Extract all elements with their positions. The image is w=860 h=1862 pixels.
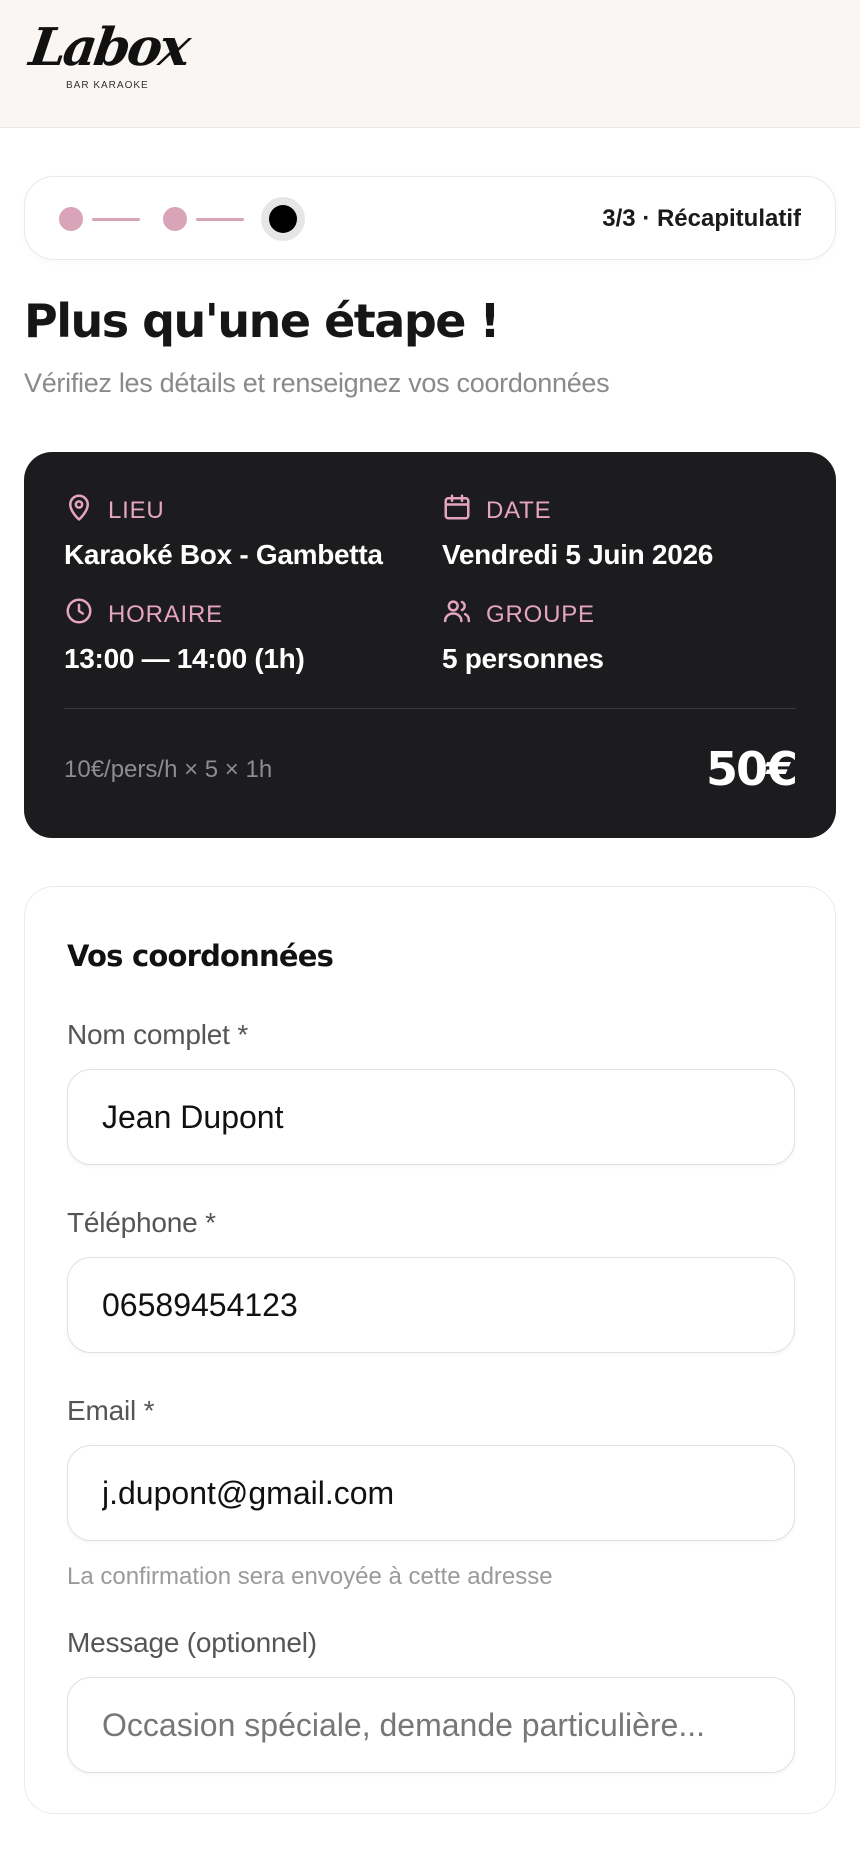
users-icon: [442, 596, 472, 633]
brand-logo[interactable]: Labox BAR KARAOKE: [26, 17, 192, 102]
calendar-icon: [442, 492, 472, 529]
date-label: DATE: [486, 496, 552, 524]
booking-summary-card: LIEU Karaoké Box - Gambetta DATE Vendred…: [24, 452, 836, 838]
step-connector: [196, 218, 244, 221]
total-price: 50€: [705, 742, 798, 796]
progress-stepper: 3/3 · Récapitulatif: [24, 176, 836, 260]
summary-lieu: LIEU Karaoké Box - Gambetta: [64, 492, 383, 571]
date-value: Vendredi 5 Juin 2026: [442, 539, 714, 570]
contact-form-card: Vos coordonnées Nom complet * Téléphone …: [24, 886, 836, 1814]
email-input[interactable]: [68, 1446, 794, 1540]
phone-label: Téléphone *: [67, 1207, 216, 1238]
page-subtitle: Vérifiez les détails et renseignez vos c…: [24, 368, 610, 398]
form-title: Vos coordonnées: [67, 939, 334, 973]
horaire-label: HORAIRE: [108, 600, 223, 628]
name-field-wrapper: [67, 1069, 795, 1165]
name-label: Nom complet *: [67, 1019, 249, 1050]
step-label: 3/3 · Récapitulatif: [602, 205, 801, 232]
summary-divider: [64, 708, 796, 709]
email-field-wrapper: [67, 1445, 795, 1541]
logo-wordmark: Labox: [25, 17, 192, 78]
clock-icon: [64, 596, 94, 633]
logo-tagline: BAR KARAOKE: [66, 80, 149, 91]
email-hint: La confirmation sera envoyée à cette adr…: [67, 1563, 553, 1590]
summary-date: DATE Vendredi 5 Juin 2026: [442, 492, 713, 571]
page-title: Plus qu'une étape !: [24, 294, 500, 348]
groupe-value: 5 personnes: [442, 643, 604, 674]
top-header: Labox BAR KARAOKE: [0, 0, 860, 128]
step-1-dot[interactable]: [59, 207, 83, 231]
horaire-value: 13:00 — 14:00 (1h): [64, 643, 305, 674]
message-field-wrapper: [67, 1677, 795, 1773]
phone-input[interactable]: [68, 1258, 794, 1352]
email-label: Email *: [67, 1395, 155, 1426]
summary-horaire: HORAIRE 13:00 — 14:00 (1h): [64, 596, 305, 675]
price-formula: 10€/pers/h × 5 × 1h: [64, 756, 273, 783]
message-label: Message (optionnel): [67, 1627, 317, 1658]
name-input[interactable]: [68, 1070, 794, 1164]
step-2-dot[interactable]: [163, 207, 187, 231]
lieu-value: Karaoké Box - Gambetta: [64, 539, 383, 570]
lieu-label: LIEU: [108, 496, 165, 524]
summary-groupe: GROUPE 5 personnes: [442, 596, 604, 675]
map-pin-icon: [64, 492, 94, 529]
groupe-label: GROUPE: [486, 600, 595, 628]
step-connector: [92, 218, 140, 221]
phone-field-wrapper: [67, 1257, 795, 1353]
message-input[interactable]: [68, 1678, 794, 1772]
step-3-dot: [269, 205, 297, 233]
